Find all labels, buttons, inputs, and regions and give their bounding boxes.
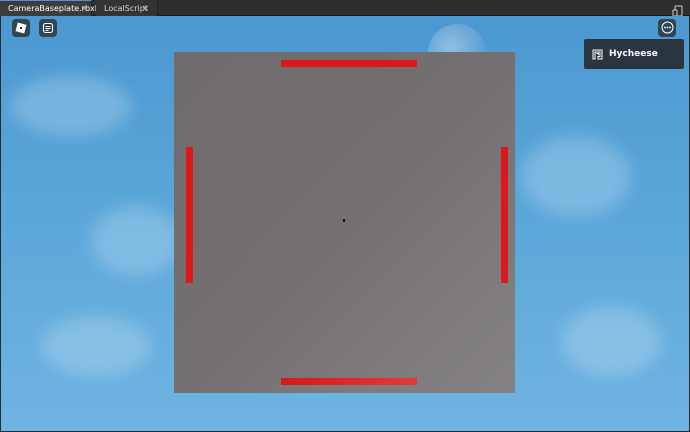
premium-icon bbox=[592, 45, 603, 64]
device-emulator-icon[interactable] bbox=[672, 2, 684, 17]
game-viewport[interactable]: Hycheese bbox=[1, 16, 689, 431]
mouse-cursor bbox=[343, 219, 345, 222]
close-icon[interactable]: ✕ bbox=[81, 4, 88, 13]
sky-cloud bbox=[561, 306, 661, 376]
red-bar-top bbox=[281, 60, 417, 67]
more-options-button[interactable] bbox=[658, 19, 676, 37]
roblox-logo-icon bbox=[15, 19, 27, 38]
game-frame bbox=[174, 52, 515, 393]
tab-bar: CameraBaseplate.rbxl ✕ LocalScript ✕ bbox=[0, 0, 690, 17]
sky-cloud bbox=[521, 136, 631, 216]
close-icon[interactable]: ✕ bbox=[142, 4, 149, 13]
red-bar-bottom bbox=[281, 378, 417, 385]
sky-cloud bbox=[11, 76, 131, 136]
tab-localscript[interactable]: LocalScript ✕ bbox=[96, 0, 158, 16]
sky-cloud bbox=[41, 316, 151, 376]
red-bar-left bbox=[186, 147, 193, 283]
sky-cloud bbox=[91, 206, 181, 276]
roblox-menu-button[interactable] bbox=[12, 19, 30, 37]
player-name: Hycheese bbox=[609, 49, 658, 59]
more-options-icon bbox=[661, 19, 674, 38]
tab-camerabaseplate[interactable]: CameraBaseplate.rbxl ✕ bbox=[0, 0, 97, 16]
chat-button[interactable] bbox=[39, 19, 57, 37]
chat-icon bbox=[42, 19, 54, 38]
red-bar-right bbox=[501, 147, 508, 283]
player-list-entry[interactable]: Hycheese bbox=[584, 39, 684, 69]
